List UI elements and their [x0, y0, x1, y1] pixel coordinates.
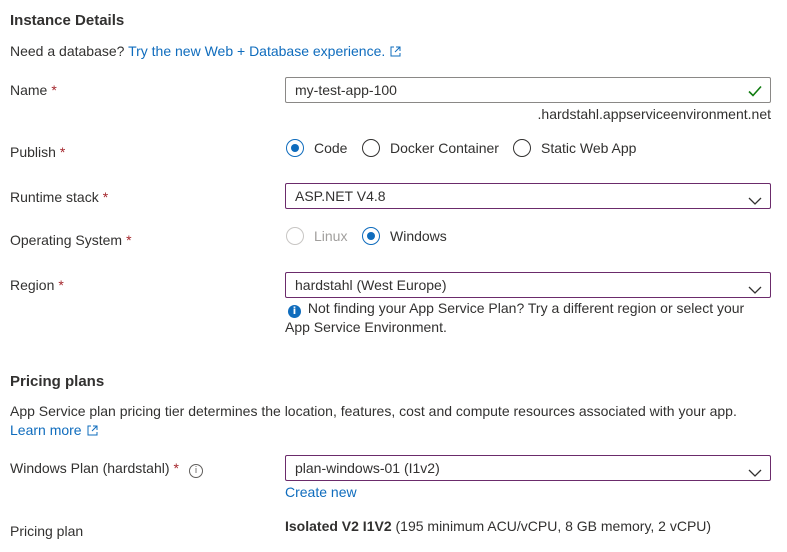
- radio-label: Linux: [314, 228, 348, 244]
- os-label: Operating System *: [10, 232, 132, 248]
- domain-suffix: .hardstahl.appserviceenvironment.net: [537, 106, 771, 122]
- web-database-link-text: Try the new Web + Database experience.: [128, 43, 386, 59]
- windows-plan-label: Windows Plan (hardstahl) * i: [10, 460, 203, 478]
- runtime-label-text: Runtime stack: [10, 189, 99, 205]
- radio-checked-icon: [286, 139, 304, 157]
- publish-option-code[interactable]: Code: [286, 139, 347, 157]
- pricing-details: (195 minimum ACU/vCPU, 8 GB memory, 2 vC…: [395, 518, 712, 534]
- pricing-description: App Service plan pricing tier determines…: [10, 403, 737, 419]
- radio-unchecked-icon: [362, 139, 380, 157]
- radio-label: Code: [314, 140, 348, 156]
- region-label: Region *: [10, 277, 64, 293]
- pricing-plan-value: Isolated V2 I1V2 (195 minimum ACU/vCPU, …: [285, 518, 711, 534]
- publish-label: Publish *: [10, 144, 65, 160]
- info-icon: i: [288, 305, 301, 318]
- required-marker: *: [126, 232, 132, 248]
- radio-label: Windows: [390, 228, 447, 244]
- radio-checked-icon: [362, 227, 380, 245]
- external-link-icon: [87, 423, 98, 439]
- valid-check-icon: [748, 84, 762, 100]
- pricing-plans-title: Pricing plans: [10, 373, 105, 390]
- radio-label: Docker Container: [390, 140, 499, 156]
- os-label-text: Operating System: [10, 232, 123, 248]
- os-option-linux: Linux: [286, 227, 347, 245]
- name-label: Name *: [10, 82, 57, 98]
- chevron-down-icon: [748, 464, 762, 480]
- runtime-label: Runtime stack *: [10, 189, 108, 205]
- region-dropdown[interactable]: hardstahl (West Europe): [285, 272, 771, 298]
- name-input-value: my-test-app-100: [295, 82, 397, 98]
- publish-option-docker[interactable]: Docker Container: [362, 139, 499, 157]
- info-circle-icon[interactable]: i: [188, 464, 203, 478]
- database-prompt: Need a database? Try the new Web + Datab…: [10, 43, 401, 60]
- name-label-text: Name: [10, 82, 48, 98]
- region-info-message: i Not finding your App Service Plan? Try…: [288, 300, 744, 318]
- radio-unchecked-icon: [513, 139, 531, 157]
- runtime-stack-value: ASP.NET V4.8: [295, 188, 386, 204]
- database-prompt-text: Need a database?: [10, 43, 125, 59]
- name-input[interactable]: my-test-app-100: [285, 77, 771, 103]
- os-option-windows[interactable]: Windows: [362, 227, 447, 245]
- required-marker: *: [59, 144, 66, 160]
- required-marker: *: [102, 189, 109, 205]
- region-value: hardstahl (West Europe): [295, 277, 447, 293]
- instance-details-title: Instance Details: [10, 12, 125, 29]
- chevron-down-icon: [748, 281, 762, 297]
- publish-option-static[interactable]: Static Web App: [513, 139, 636, 157]
- region-info-line2: App Service Environment.: [285, 319, 447, 335]
- radio-label: Static Web App: [541, 140, 637, 156]
- learn-more-text: Learn more: [10, 422, 82, 438]
- required-marker: *: [173, 460, 179, 476]
- region-info-line1: Not finding your App Service Plan? Try a…: [307, 300, 745, 316]
- radio-disabled-icon: [286, 227, 304, 245]
- required-marker: *: [51, 82, 57, 98]
- publish-label-text: Publish: [10, 144, 56, 160]
- web-database-link[interactable]: Try the new Web + Database experience.: [128, 43, 401, 59]
- windows-plan-label-text: Windows Plan (hardstahl): [10, 460, 170, 476]
- create-new-link[interactable]: Create new: [285, 484, 357, 500]
- chevron-down-icon: [748, 192, 762, 208]
- pricing-plan-label: Pricing plan: [10, 523, 84, 539]
- windows-plan-dropdown[interactable]: plan-windows-01 (I1v2): [285, 455, 771, 481]
- runtime-stack-dropdown[interactable]: ASP.NET V4.8: [285, 183, 771, 209]
- required-marker: *: [58, 277, 64, 293]
- learn-more-link[interactable]: Learn more: [10, 422, 98, 439]
- external-link-icon: [390, 44, 401, 60]
- region-label-text: Region: [10, 277, 55, 293]
- pricing-tier: Isolated V2 I1V2: [285, 518, 392, 534]
- windows-plan-value: plan-windows-01 (I1v2): [295, 460, 440, 476]
